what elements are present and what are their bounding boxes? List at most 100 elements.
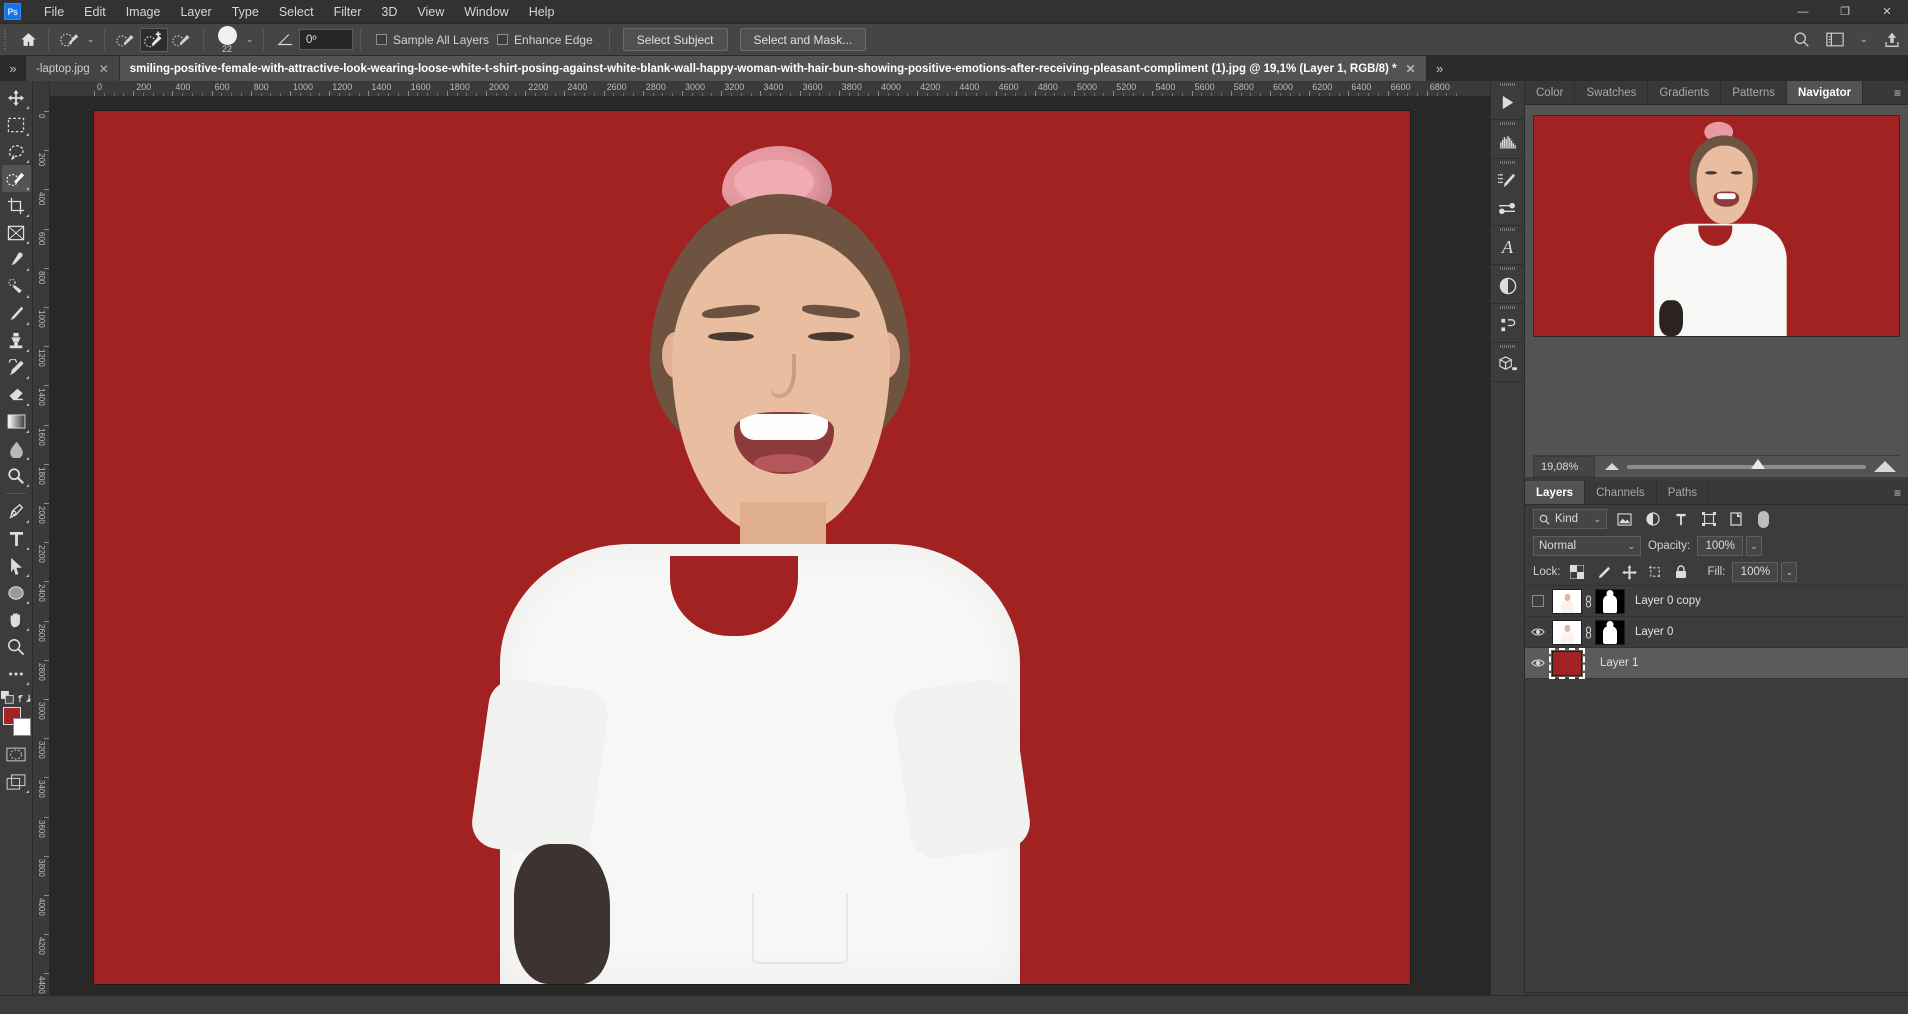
layer-filter-kind-select[interactable]: Kind ⌄ [1533,509,1607,529]
layer-visibility-toggle[interactable] [1525,658,1550,668]
canvas-area[interactable] [50,97,1490,1014]
tool-preset-quick-selection-icon[interactable] [56,28,84,52]
rail-group-brushes[interactable] [1490,159,1525,226]
horizontal-ruler[interactable]: 0 200 400 600 800 1000 1200 1400 1600 1800 2000 220… [50,81,1490,97]
filter-pixel-icon[interactable] [1614,509,1635,530]
3d-icon[interactable] [1491,350,1525,378]
zoom-out-icon[interactable] [1605,463,1619,470]
close-button[interactable]: ✕ [1866,0,1908,23]
layer-thumbnail[interactable] [1549,647,1585,679]
tab-navigator[interactable]: Navigator [1787,81,1864,104]
select-and-mask-button[interactable]: Select and Mask... [739,28,867,51]
maximize-button[interactable]: ❐ [1824,0,1866,23]
menu-edit[interactable]: Edit [75,2,115,22]
panel-menu-icon[interactable]: ≡ [1894,86,1901,100]
document-tab-inactive-close-icon[interactable]: ✕ [99,62,109,76]
pen-tool[interactable] [2,498,31,525]
crop-tool[interactable] [2,192,31,219]
history-brush-tool[interactable] [2,354,31,381]
blur-tool[interactable] [2,435,31,462]
tab-color[interactable]: Color [1525,81,1576,104]
filter-enable-toggle[interactable] [1758,510,1769,528]
rail-grip[interactable] [1491,343,1525,350]
table-row[interactable]: Layer 0 [1525,617,1908,648]
chevron-down-icon[interactable]: ⌄ [1627,541,1635,552]
menu-3d[interactable]: 3D [372,2,406,22]
ruler-corner[interactable] [33,81,50,97]
menu-select[interactable]: Select [270,2,323,22]
rail-grip[interactable] [1491,81,1525,88]
fill-input[interactable]: 100% [1732,562,1779,582]
menu-filter[interactable]: Filter [325,2,371,22]
brush-tool[interactable] [2,300,31,327]
vertical-ruler[interactable]: 0 200 400 600 800 1000 1200 1400 1600 1800 2000 220… [33,97,50,1014]
edit-toolbar-more-icon[interactable] [2,660,31,687]
tab-swatches[interactable]: Swatches [1575,81,1649,104]
layer-thumbnail[interactable] [1552,588,1582,614]
enhance-edge-option[interactable]: Enhance Edge [497,33,593,47]
opacity-chevron-down-icon[interactable]: ⌄ [1746,536,1763,556]
tab-paths[interactable]: Paths [1656,481,1710,504]
panel-menu-icon[interactable]: ≡ [1894,486,1901,500]
select-subject-button[interactable]: Select Subject [622,28,728,51]
layer-thumbnail[interactable] [1552,619,1582,645]
document-tab-active[interactable]: smiling-positive-female-with-attractive-… [119,56,1427,81]
brush-presets-icon[interactable] [1491,194,1525,222]
layer-name[interactable]: Layer 0 [1635,626,1673,638]
eraser-tool[interactable] [2,381,31,408]
tab-channels[interactable]: Channels [1585,481,1657,504]
zoom-tool[interactable] [2,633,31,660]
filter-adjustment-icon[interactable] [1642,509,1663,530]
lasso-tool[interactable] [2,138,31,165]
rail-group-actions[interactable] [1490,304,1525,343]
rail-group-3d[interactable] [1490,343,1525,382]
document-tab-overflow-icon[interactable]: » [1427,56,1453,81]
navigator-zoom-slider-thumb[interactable] [1751,458,1766,469]
options-bar-grip[interactable] [0,23,10,56]
histogram-icon[interactable] [1491,127,1525,155]
rail-group-character[interactable]: A [1490,226,1525,265]
rectangular-marquee-tool[interactable] [2,111,31,138]
clone-stamp-tool[interactable] [2,327,31,354]
fill-chevron-down-icon[interactable]: ⌄ [1781,562,1798,582]
blend-mode-select[interactable]: Normal ⌄ [1533,536,1641,556]
sample-all-layers-checkbox[interactable] [376,34,387,45]
filter-shape-icon[interactable] [1698,509,1719,530]
lock-position-icon[interactable] [1620,563,1639,582]
lock-image-pixels-icon[interactable] [1594,563,1613,582]
sample-all-layers-option[interactable]: Sample All Layers [376,33,489,47]
document-canvas[interactable] [94,111,1410,984]
move-tool[interactable] [2,84,31,111]
libraries-icon[interactable] [1491,88,1525,116]
navigator-thumbnail[interactable] [1533,115,1900,337]
layer-mask-link-icon[interactable] [1582,595,1595,608]
layer-name[interactable]: Layer 0 copy [1635,595,1701,607]
character-icon[interactable]: A [1491,233,1525,261]
opacity-input[interactable]: 100% [1697,536,1744,556]
type-tool[interactable] [2,525,31,552]
quick-selection-tool[interactable] [1,165,31,192]
share-icon[interactable] [1884,31,1900,48]
selection-mode-subtract-icon[interactable] [168,28,196,52]
document-tab-active-close-icon[interactable]: ✕ [1406,62,1416,76]
table-row[interactable]: Layer 0 copy [1525,586,1908,617]
brush-size-preview[interactable]: 22 [211,25,243,54]
menu-help[interactable]: Help [520,2,564,22]
chevron-down-icon[interactable]: ⌄ [1593,514,1601,525]
selection-mode-add-icon[interactable] [140,27,168,52]
eyedropper-tool[interactable] [2,246,31,273]
gradient-tool[interactable] [2,408,31,435]
rail-grip[interactable] [1491,304,1525,311]
filter-type-icon[interactable] [1670,509,1691,530]
tab-bar-grip[interactable]: » [0,56,26,81]
healing-brush-tool[interactable] [2,273,31,300]
tab-patterns[interactable]: Patterns [1721,81,1788,104]
frame-tool[interactable] [2,219,31,246]
tab-layers[interactable]: Layers [1525,481,1586,504]
navigator-zoom-input[interactable]: 19,08% [1533,456,1595,477]
ellipse-tool[interactable] [2,579,31,606]
layer-visibility-toggle[interactable] [1525,595,1550,607]
document-tab-inactive[interactable]: -laptop.jpg ✕ [26,56,120,81]
lock-transparent-pixels-icon[interactable] [1568,563,1587,582]
tool-preset-chevron-down-icon[interactable]: ⌄ [84,34,97,45]
